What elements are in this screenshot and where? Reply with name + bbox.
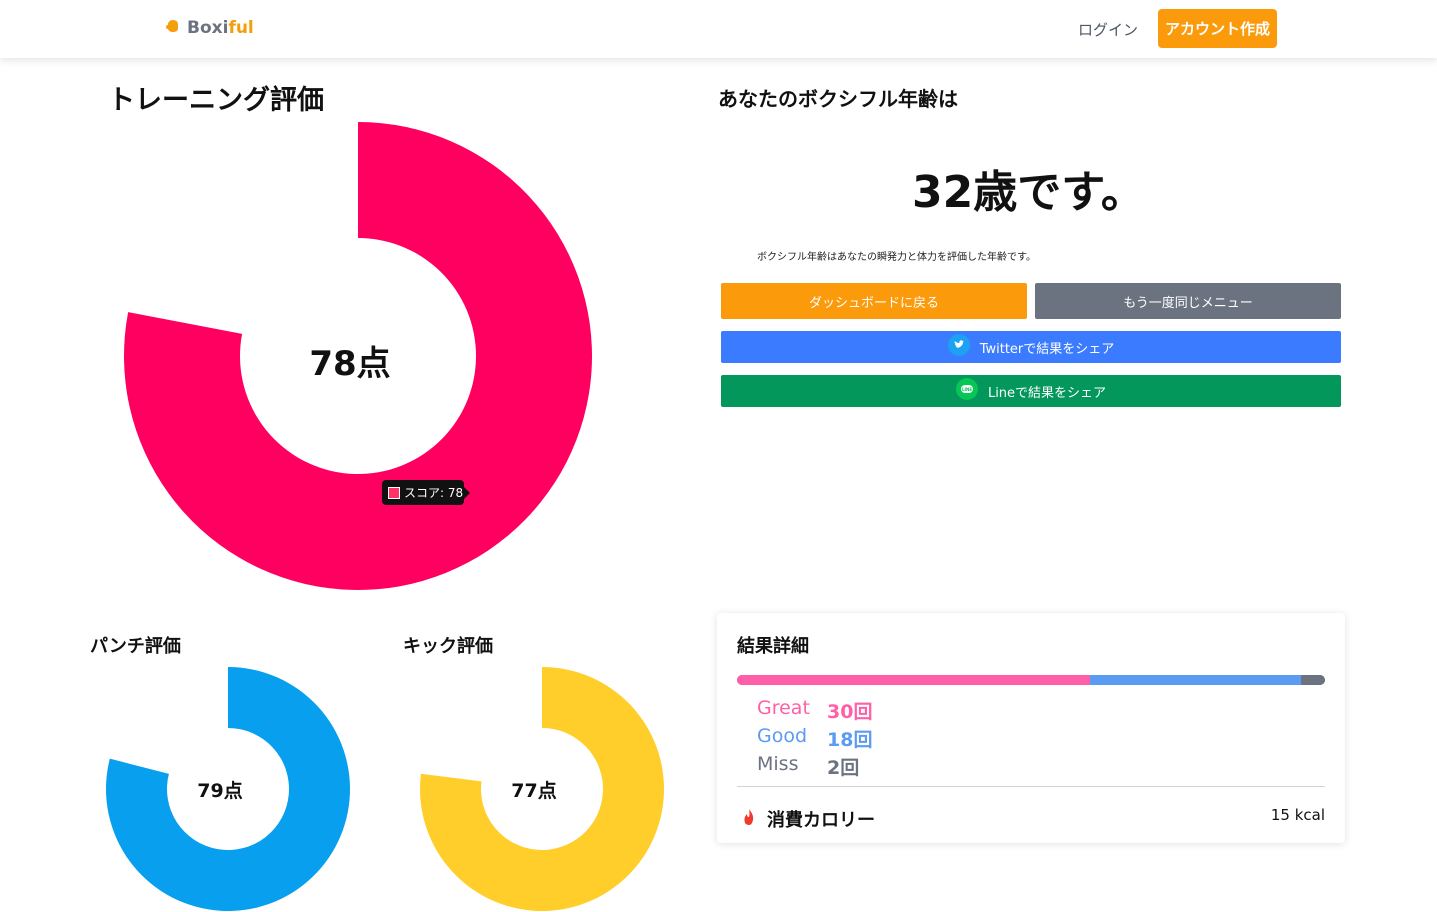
divider <box>737 786 1325 787</box>
details-title: 結果詳細 <box>737 636 809 657</box>
bar-segment-miss <box>1301 675 1325 685</box>
line-share-button[interactable]: LINE Lineで結果をシェア <box>721 375 1341 407</box>
age-title: あなたのボクシフル年齢は <box>718 87 958 111</box>
retry-menu-button[interactable]: もう一度同じメニュー <box>1035 283 1341 319</box>
tooltip-swatch <box>388 486 400 499</box>
good-row: Good 18回 <box>757 725 872 752</box>
bar-segment-great <box>737 675 1090 685</box>
miss-row: Miss 2回 <box>757 753 859 780</box>
great-label: Great <box>757 697 810 719</box>
miss-label: Miss <box>757 753 799 775</box>
age-description: ボクシフル年齢はあなたの瞬発力と体力を評価した年齢です。 <box>757 252 1036 263</box>
tooltip-text: スコア: 78 <box>404 486 464 500</box>
login-link[interactable]: ログイン <box>1078 19 1138 40</box>
calories-value: 15 kcal <box>1270 806 1325 824</box>
great-count: 30回 <box>827 701 873 723</box>
glove-icon <box>165 18 181 38</box>
result-details-card: 結果詳細 Great 30回 Good 18回 Miss 2回 消費カロリー 1… <box>717 613 1345 843</box>
training-title: トレーニング評価 <box>108 85 324 116</box>
twitter-icon <box>947 334 970 360</box>
brand-name-part1: Boxi <box>187 18 229 38</box>
flame-icon <box>739 807 759 832</box>
great-row: Great 30回 <box>757 697 872 724</box>
svg-text:LINE: LINE <box>962 387 972 392</box>
bar-segment-good <box>1089 675 1302 685</box>
training-score: 78点 <box>309 344 391 384</box>
punch-title: パンチ評価 <box>90 636 181 657</box>
good-label: Good <box>757 725 808 747</box>
twitter-share-label: Twitterで結果をシェア <box>979 341 1115 357</box>
punch-score: 79点 <box>197 780 243 802</box>
good-count: 18回 <box>827 729 873 751</box>
top-navbar: Boxiful ログイン アカウント作成 <box>0 0 1437 58</box>
line-icon: LINE <box>955 378 978 404</box>
age-value: 32歳です。 <box>912 167 1145 218</box>
kick-score: 77点 <box>511 780 557 802</box>
brand-logo[interactable]: Boxiful <box>165 18 254 38</box>
dashboard-button[interactable]: ダッシュボードに戻る <box>721 283 1027 319</box>
score-tooltip: スコア: 78 <box>382 480 470 505</box>
signup-button[interactable]: アカウント作成 <box>1158 9 1277 48</box>
miss-count: 2回 <box>827 757 860 779</box>
result-ratio-bar <box>737 675 1325 685</box>
brand-name-part2: ful <box>228 18 254 38</box>
line-share-label: Lineで結果をシェア <box>987 385 1107 401</box>
twitter-share-button[interactable]: Twitterで結果をシェア <box>721 331 1341 363</box>
calories-row: 消費カロリー <box>739 806 875 832</box>
kick-title: キック評価 <box>403 636 493 657</box>
calories-label: 消費カロリー <box>767 810 875 831</box>
